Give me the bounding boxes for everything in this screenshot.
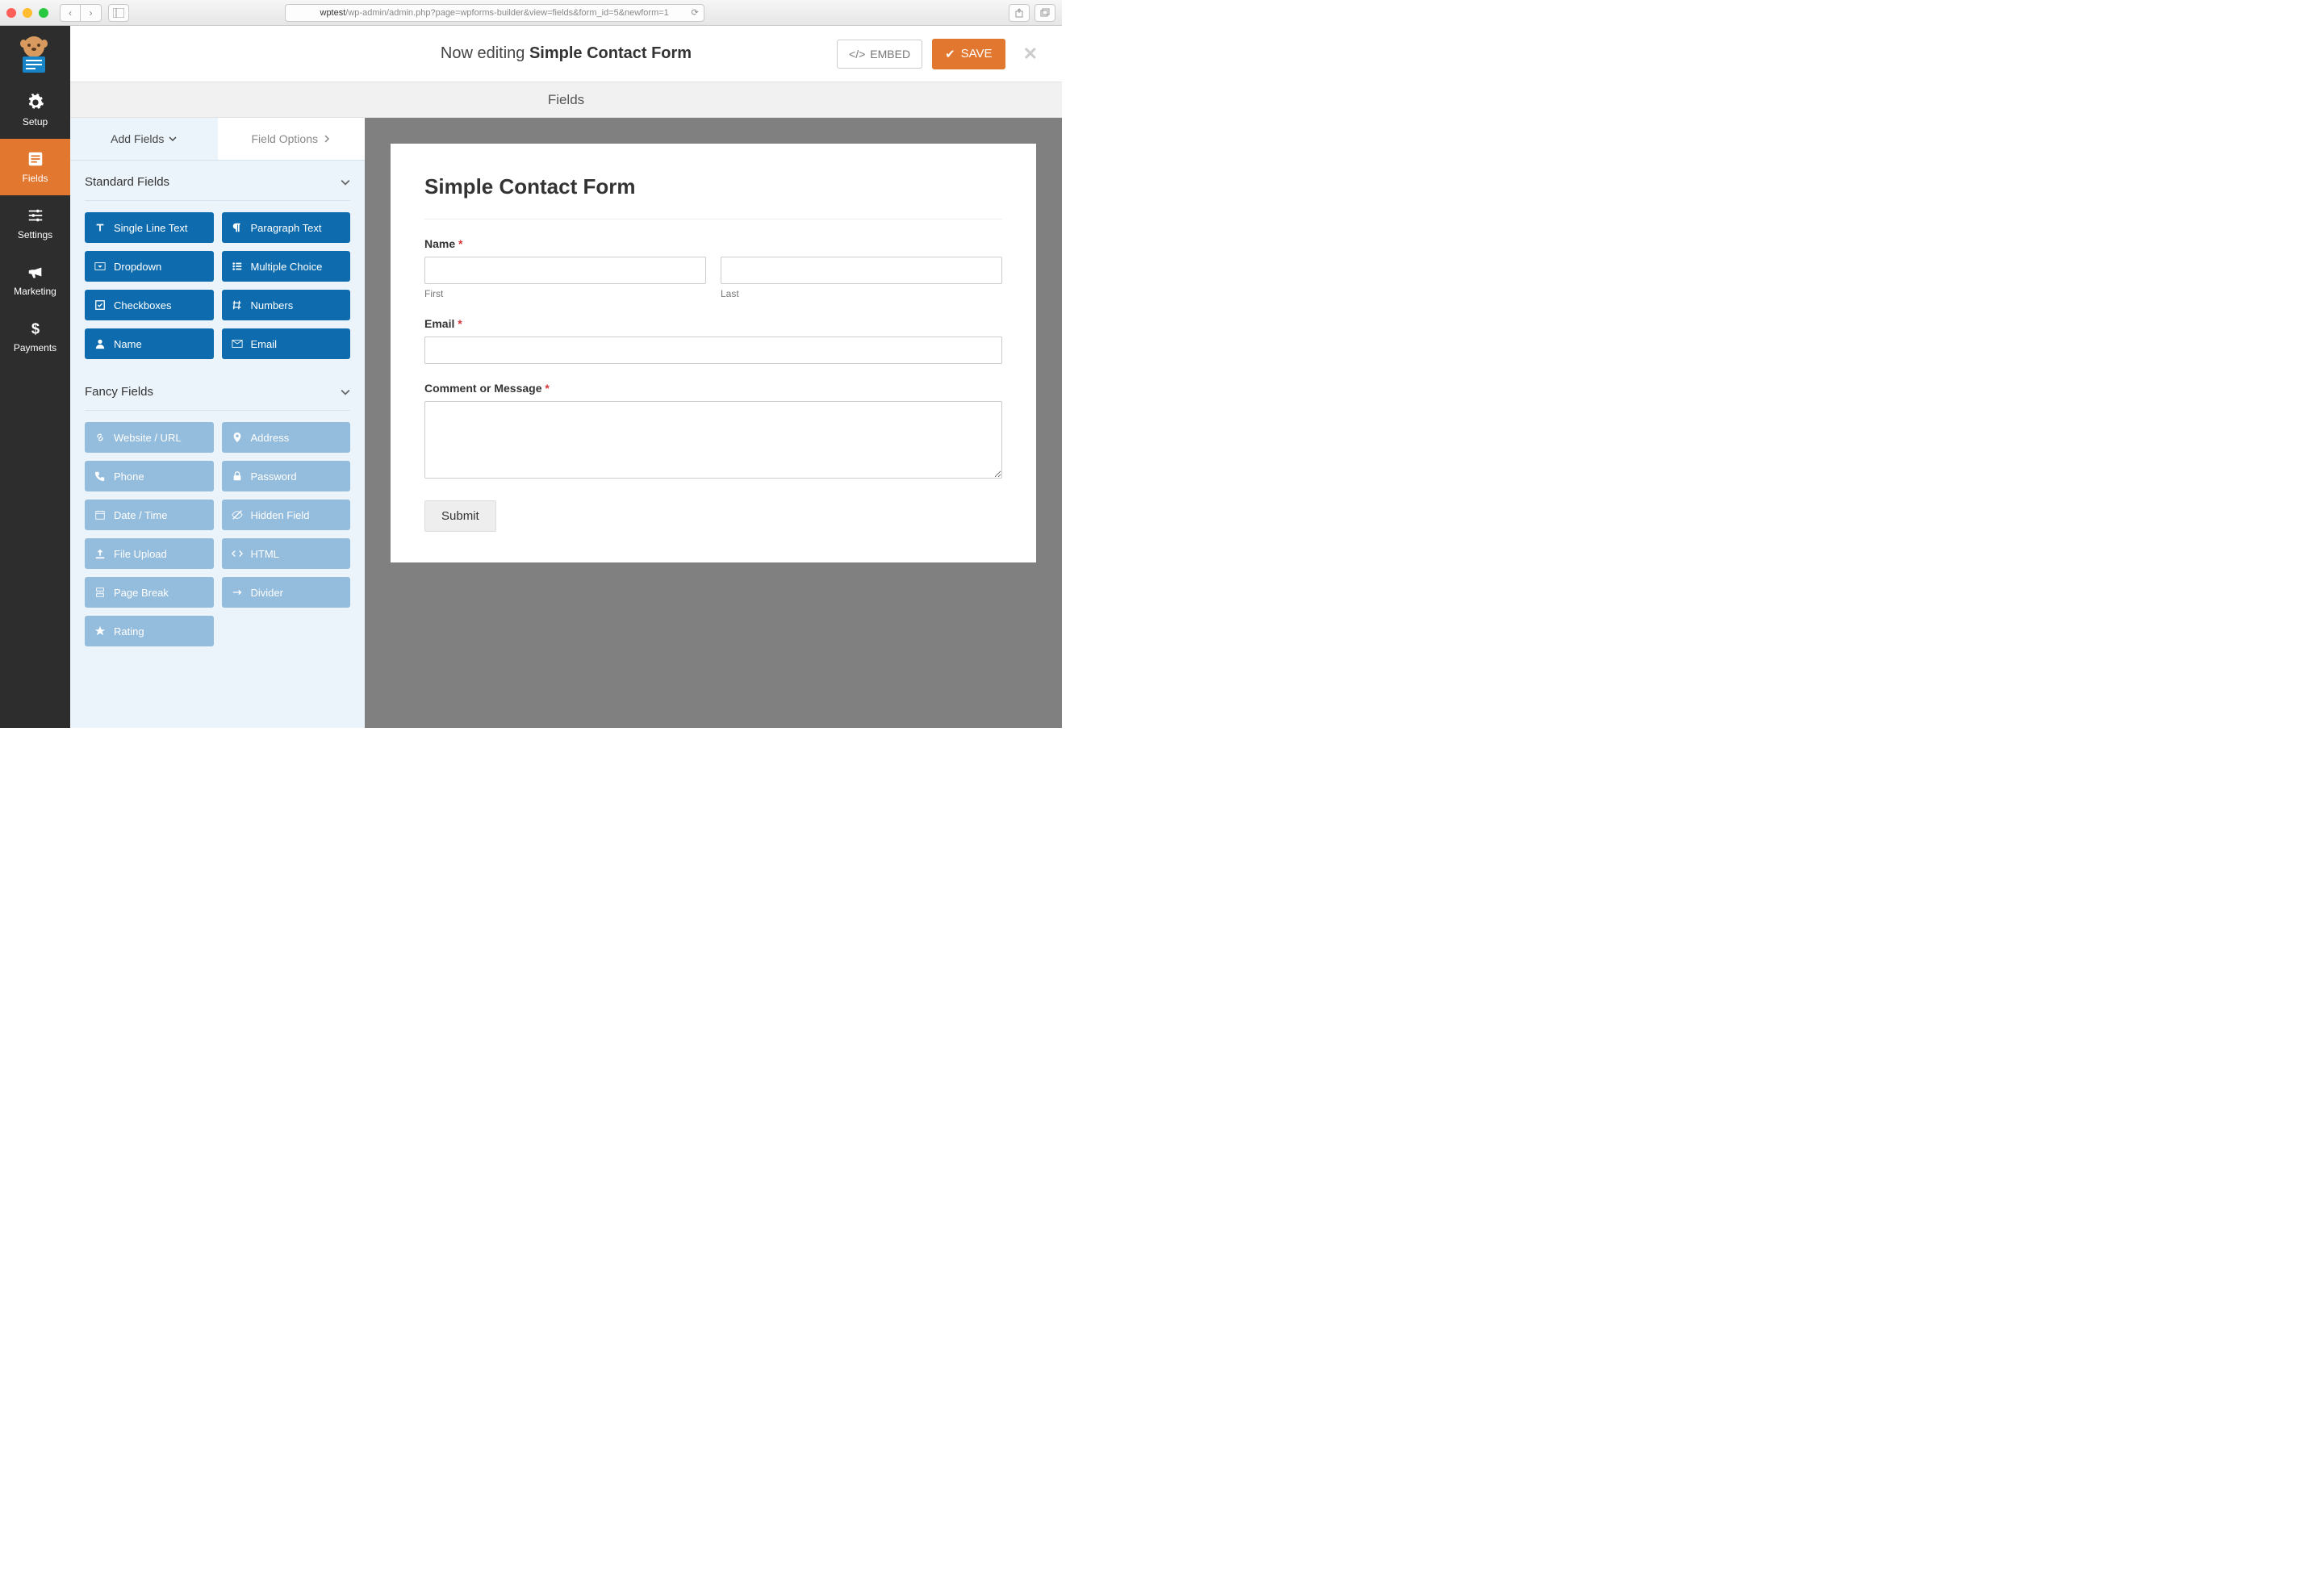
check-icon: ✔ — [945, 47, 955, 61]
list-icon — [232, 261, 243, 272]
form-field-email[interactable]: Email * — [424, 317, 1002, 364]
calendar-icon — [94, 509, 106, 521]
first-name-input[interactable] — [424, 257, 706, 284]
field-name[interactable]: Name — [85, 328, 214, 359]
form-preview[interactable]: Simple Contact Form Name * First Last Em… — [391, 144, 1036, 562]
close-button[interactable]: ✕ — [1015, 44, 1046, 65]
embed-button[interactable]: </> EMBED — [837, 40, 922, 69]
wpforms-logo — [11, 32, 56, 77]
divider-icon — [232, 587, 243, 598]
sidebar-toggle[interactable] — [108, 4, 129, 22]
comment-label: Comment or Message * — [424, 382, 1002, 395]
dollar-icon: $ — [27, 320, 44, 337]
chevron-down-icon — [169, 135, 177, 143]
fields-title-bar: Fields — [70, 82, 1062, 118]
envelope-icon — [232, 338, 243, 349]
check-square-icon — [94, 299, 106, 311]
chevron-right-icon — [323, 135, 331, 143]
form-title: Simple Contact Form — [424, 174, 1002, 220]
field-password[interactable]: Password — [222, 461, 351, 491]
field-checkboxes[interactable]: Checkboxes — [85, 290, 214, 320]
field-phone[interactable]: Phone — [85, 461, 214, 491]
nav-setup[interactable]: Setup — [0, 82, 70, 139]
eye-slash-icon — [232, 509, 243, 521]
section-fancy-fields[interactable]: Fancy Fields — [85, 385, 350, 411]
gear-icon — [27, 94, 44, 111]
field-html[interactable]: HTML — [222, 538, 351, 569]
lock-icon — [232, 470, 243, 482]
text-icon — [94, 222, 106, 233]
comment-textarea[interactable] — [424, 401, 1002, 479]
nav-settings[interactable]: Settings — [0, 195, 70, 252]
header-title: Now editing Simple Contact Form — [441, 44, 692, 63]
nav-fields[interactable]: Fields — [0, 139, 70, 195]
tab-field-options[interactable]: Field Options — [218, 118, 366, 160]
caret-down-icon — [94, 261, 106, 272]
field-single-line-text[interactable]: Single Line Text — [85, 212, 214, 243]
pagebreak-icon — [94, 587, 106, 598]
window-controls — [6, 8, 48, 18]
address-bar[interactable]: wptest/wp-admin/admin.php?page=wpforms-b… — [285, 4, 704, 22]
minimize-window[interactable] — [23, 8, 32, 18]
share-button[interactable] — [1009, 4, 1030, 22]
code-icon — [232, 548, 243, 559]
save-button[interactable]: ✔ SAVE — [932, 39, 1005, 69]
email-input[interactable] — [424, 337, 1002, 364]
svg-text:$: $ — [31, 320, 39, 337]
hash-icon — [232, 299, 243, 311]
field-multiple-choice[interactable]: Multiple Choice — [222, 251, 351, 282]
field-divider[interactable]: Divider — [222, 577, 351, 608]
form-canvas: Simple Contact Form Name * First Last Em… — [365, 118, 1062, 728]
name-label: Name * — [424, 237, 1002, 250]
left-nav: Setup Fields Settings Marketing $ Paymen… — [0, 26, 70, 728]
maximize-window[interactable] — [39, 8, 48, 18]
back-button[interactable]: ‹ — [60, 4, 81, 22]
user-icon — [94, 338, 106, 349]
field-upload[interactable]: File Upload — [85, 538, 214, 569]
code-icon: </> — [849, 48, 865, 61]
email-label: Email * — [424, 317, 1002, 330]
app-header: Now editing Simple Contact Form </> EMBE… — [70, 26, 1062, 82]
chevron-down-icon — [341, 387, 350, 397]
browser-chrome: ‹ › wptest/wp-admin/admin.php?page=wpfor… — [0, 0, 1062, 26]
field-dropdown[interactable]: Dropdown — [85, 251, 214, 282]
form-field-comment[interactable]: Comment or Message * — [424, 382, 1002, 483]
section-standard-fields[interactable]: Standard Fields — [85, 175, 350, 201]
bullhorn-icon — [27, 263, 44, 281]
field-pagebreak[interactable]: Page Break — [85, 577, 214, 608]
upload-icon — [94, 548, 106, 559]
star-icon — [94, 625, 106, 637]
chevron-down-icon — [341, 178, 350, 187]
field-address[interactable]: Address — [222, 422, 351, 453]
phone-icon — [94, 470, 106, 482]
link-icon — [94, 432, 106, 443]
field-paragraph-text[interactable]: Paragraph Text — [222, 212, 351, 243]
pin-icon — [232, 432, 243, 443]
field-email[interactable]: Email — [222, 328, 351, 359]
sliders-icon — [27, 207, 44, 224]
fields-side-panel: Add Fields Field Options Standard Fields… — [70, 118, 365, 728]
field-numbers[interactable]: Numbers — [222, 290, 351, 320]
last-name-input[interactable] — [721, 257, 1002, 284]
forward-button[interactable]: › — [81, 4, 102, 22]
form-field-name[interactable]: Name * First Last — [424, 237, 1002, 299]
nav-payments[interactable]: $ Payments — [0, 308, 70, 365]
nav-marketing[interactable]: Marketing — [0, 252, 70, 308]
submit-button[interactable]: Submit — [424, 500, 496, 532]
tab-add-fields[interactable]: Add Fields — [70, 118, 218, 160]
form-icon — [27, 150, 44, 168]
field-datetime[interactable]: Date / Time — [85, 500, 214, 530]
paragraph-icon — [232, 222, 243, 233]
close-window[interactable] — [6, 8, 16, 18]
field-website[interactable]: Website / URL — [85, 422, 214, 453]
tabs-button[interactable] — [1035, 4, 1055, 22]
field-rating[interactable]: Rating — [85, 616, 214, 646]
reload-icon[interactable]: ⟳ — [691, 7, 698, 18]
last-sublabel: Last — [721, 288, 1002, 299]
field-hidden[interactable]: Hidden Field — [222, 500, 351, 530]
first-sublabel: First — [424, 288, 706, 299]
